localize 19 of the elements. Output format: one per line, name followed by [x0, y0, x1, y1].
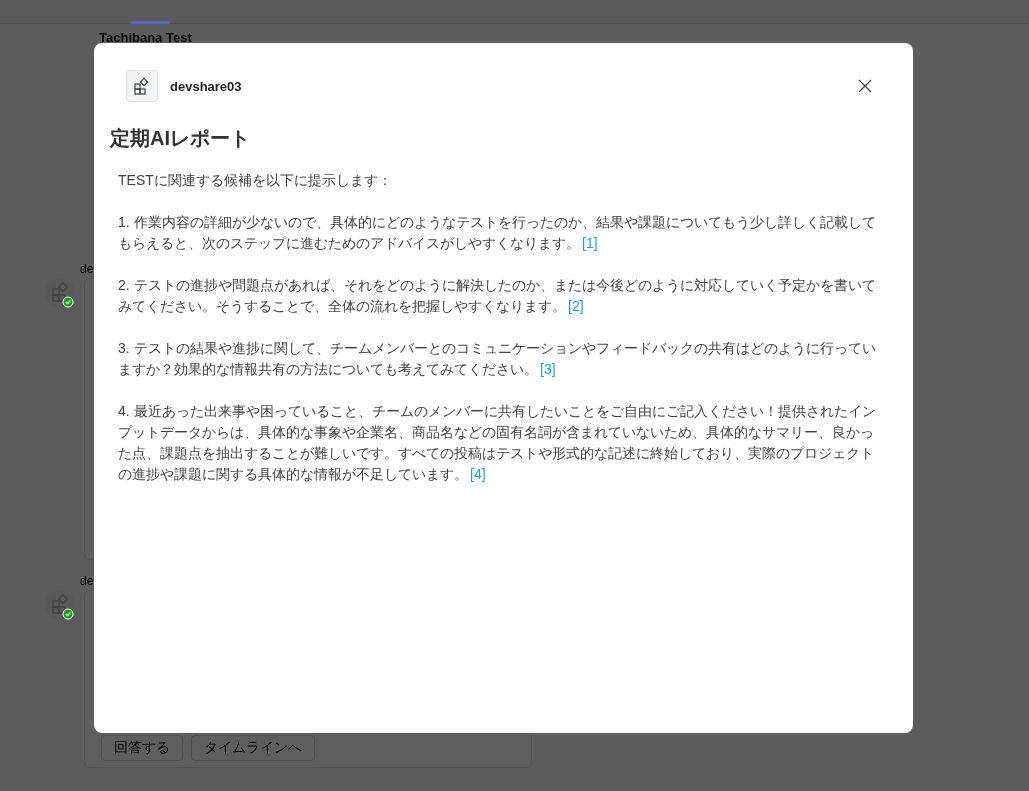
- post-button[interactable]: 回答する: [101, 735, 183, 761]
- report-paragraph: 2. テストの進捗や問題点があれば、それをどのように解決したのか、または今後どのように対応していく予定かを書いてみてください。そうすることで、全体の流れを把握しやすくなります。[2]: [118, 276, 877, 316]
- post-button[interactable]: タイムラインへ: [191, 735, 315, 761]
- report-paragraph: 4. 最近あった出来事や困っていること、チームのメンバーに共有したいことをご自由にご記入ください！提供されたインプットデータからは、具体的な事象や企業名、商品名などの固有名詞が含まれていないため、具体的なサマリー、良かった点、課題点を抽出することが難しいです。すべての投稿はテストや形式的な記述に終始しており、実際のプロジェクトの進捗や課題に関する具体的な情報が不足しています。[4]: [118, 402, 877, 484]
- dialog-title: 定期AIレポート: [110, 126, 251, 151]
- close-icon[interactable]: [858, 79, 872, 93]
- citation-link[interactable]: [3]: [540, 361, 556, 377]
- app-name: devshare03: [170, 78, 242, 94]
- report-paragraph: 3. テストの結果や進捗に関して、チームメンバーとのコミュニケーションやフィードバックの共有はどのように行っていますか？効果的な情報共有の方法についても考えてみてください。[3]: [118, 339, 877, 379]
- tab-indicator: [130, 21, 170, 24]
- post-author: de: [80, 262, 94, 278]
- app-icon: [126, 70, 158, 102]
- citation-link[interactable]: [1]: [582, 235, 598, 251]
- intro-text: TESTに関連する候補を以下に提示します：: [118, 171, 393, 190]
- post-author: de: [80, 574, 94, 590]
- citation-link[interactable]: [2]: [568, 298, 584, 314]
- citation-link[interactable]: [4]: [470, 466, 486, 482]
- report-paragraph: 1. 作業内容の詳細が少ないので、具体的にどのようなテストを行ったのか、結果や課題についてもう少し詳しく記載してもらえると、次のステップに進むためのアドバイスがしやすくなります。[1]: [118, 213, 877, 253]
- channel-title: Tachibana Test: [99, 29, 193, 47]
